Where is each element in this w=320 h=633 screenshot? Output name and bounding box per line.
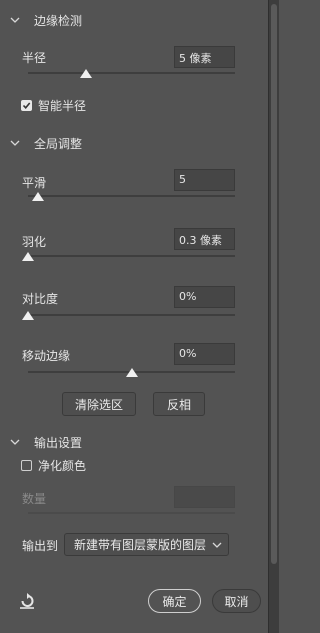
radius-slider-track[interactable] <box>28 72 235 74</box>
smooth-label: 平滑 <box>22 176 47 190</box>
amount-slider-track[interactable] <box>28 512 235 514</box>
amount-field[interactable] <box>174 486 235 508</box>
output-to-dropdown[interactable]: 新建带有图层蒙版的图层 <box>64 533 229 556</box>
shift-edge-field[interactable]: 0% <box>174 343 235 365</box>
cancel-button[interactable]: 取消 <box>212 589 261 613</box>
decontaminate-colors-checkbox[interactable] <box>21 460 32 471</box>
scrollbar[interactable] <box>268 0 279 633</box>
contrast-slider-track[interactable] <box>28 314 235 316</box>
section-title: 全局调整 <box>34 136 83 151</box>
shift-edge-label: 移动边缘 <box>22 349 71 363</box>
section-global-refinements[interactable]: 全局调整 <box>8 134 82 152</box>
output-to-value: 新建带有图层蒙版的图层 <box>74 538 207 552</box>
contrast-field[interactable]: 0% <box>174 286 235 308</box>
output-to-label: 输出到 <box>22 539 59 553</box>
section-title: 边缘检测 <box>34 13 83 28</box>
feather-slider-thumb[interactable] <box>22 252 34 261</box>
chevron-down-icon[interactable] <box>8 435 22 449</box>
check-icon <box>22 102 31 110</box>
scrollbar-thumb[interactable] <box>271 4 277 564</box>
smart-radius-label: 智能半径 <box>38 99 87 113</box>
contrast-slider-thumb[interactable] <box>22 311 34 320</box>
smooth-slider-track[interactable] <box>28 195 235 197</box>
feather-field[interactable]: 0.3 像素 <box>174 228 235 250</box>
chevron-down-icon[interactable] <box>8 13 22 27</box>
section-title: 输出设置 <box>34 435 83 450</box>
contrast-label: 对比度 <box>22 292 59 306</box>
chevron-down-icon <box>212 542 222 548</box>
section-edge-detection[interactable]: 边缘检测 <box>8 11 82 29</box>
section-output-settings[interactable]: 输出设置 <box>8 433 82 451</box>
shift-edge-slider-thumb[interactable] <box>125 368 138 377</box>
smooth-slider-thumb[interactable] <box>32 192 45 201</box>
reset-icon[interactable] <box>18 592 36 610</box>
invert-button[interactable]: 反相 <box>153 392 205 416</box>
feather-slider-track[interactable] <box>28 255 235 257</box>
radius-label: 半径 <box>22 51 47 65</box>
radius-field[interactable]: 5 像素 <box>174 46 235 68</box>
feather-label: 羽化 <box>22 235 47 249</box>
clear-selection-button[interactable]: 清除选区 <box>62 392 136 416</box>
radius-slider-thumb[interactable] <box>79 69 92 78</box>
smooth-field[interactable]: 5 <box>174 169 235 191</box>
chevron-down-icon[interactable] <box>8 136 22 150</box>
smart-radius-checkbox[interactable] <box>21 100 32 111</box>
decontaminate-colors-label: 净化颜色 <box>38 459 87 473</box>
properties-panel: 边缘检测 半径 5 像素 智能半径 全局调整 平滑 5 羽化 0.3 像素 对比… <box>0 0 268 633</box>
amount-label: 数量 <box>22 492 47 506</box>
ok-button[interactable]: 确定 <box>148 589 201 613</box>
